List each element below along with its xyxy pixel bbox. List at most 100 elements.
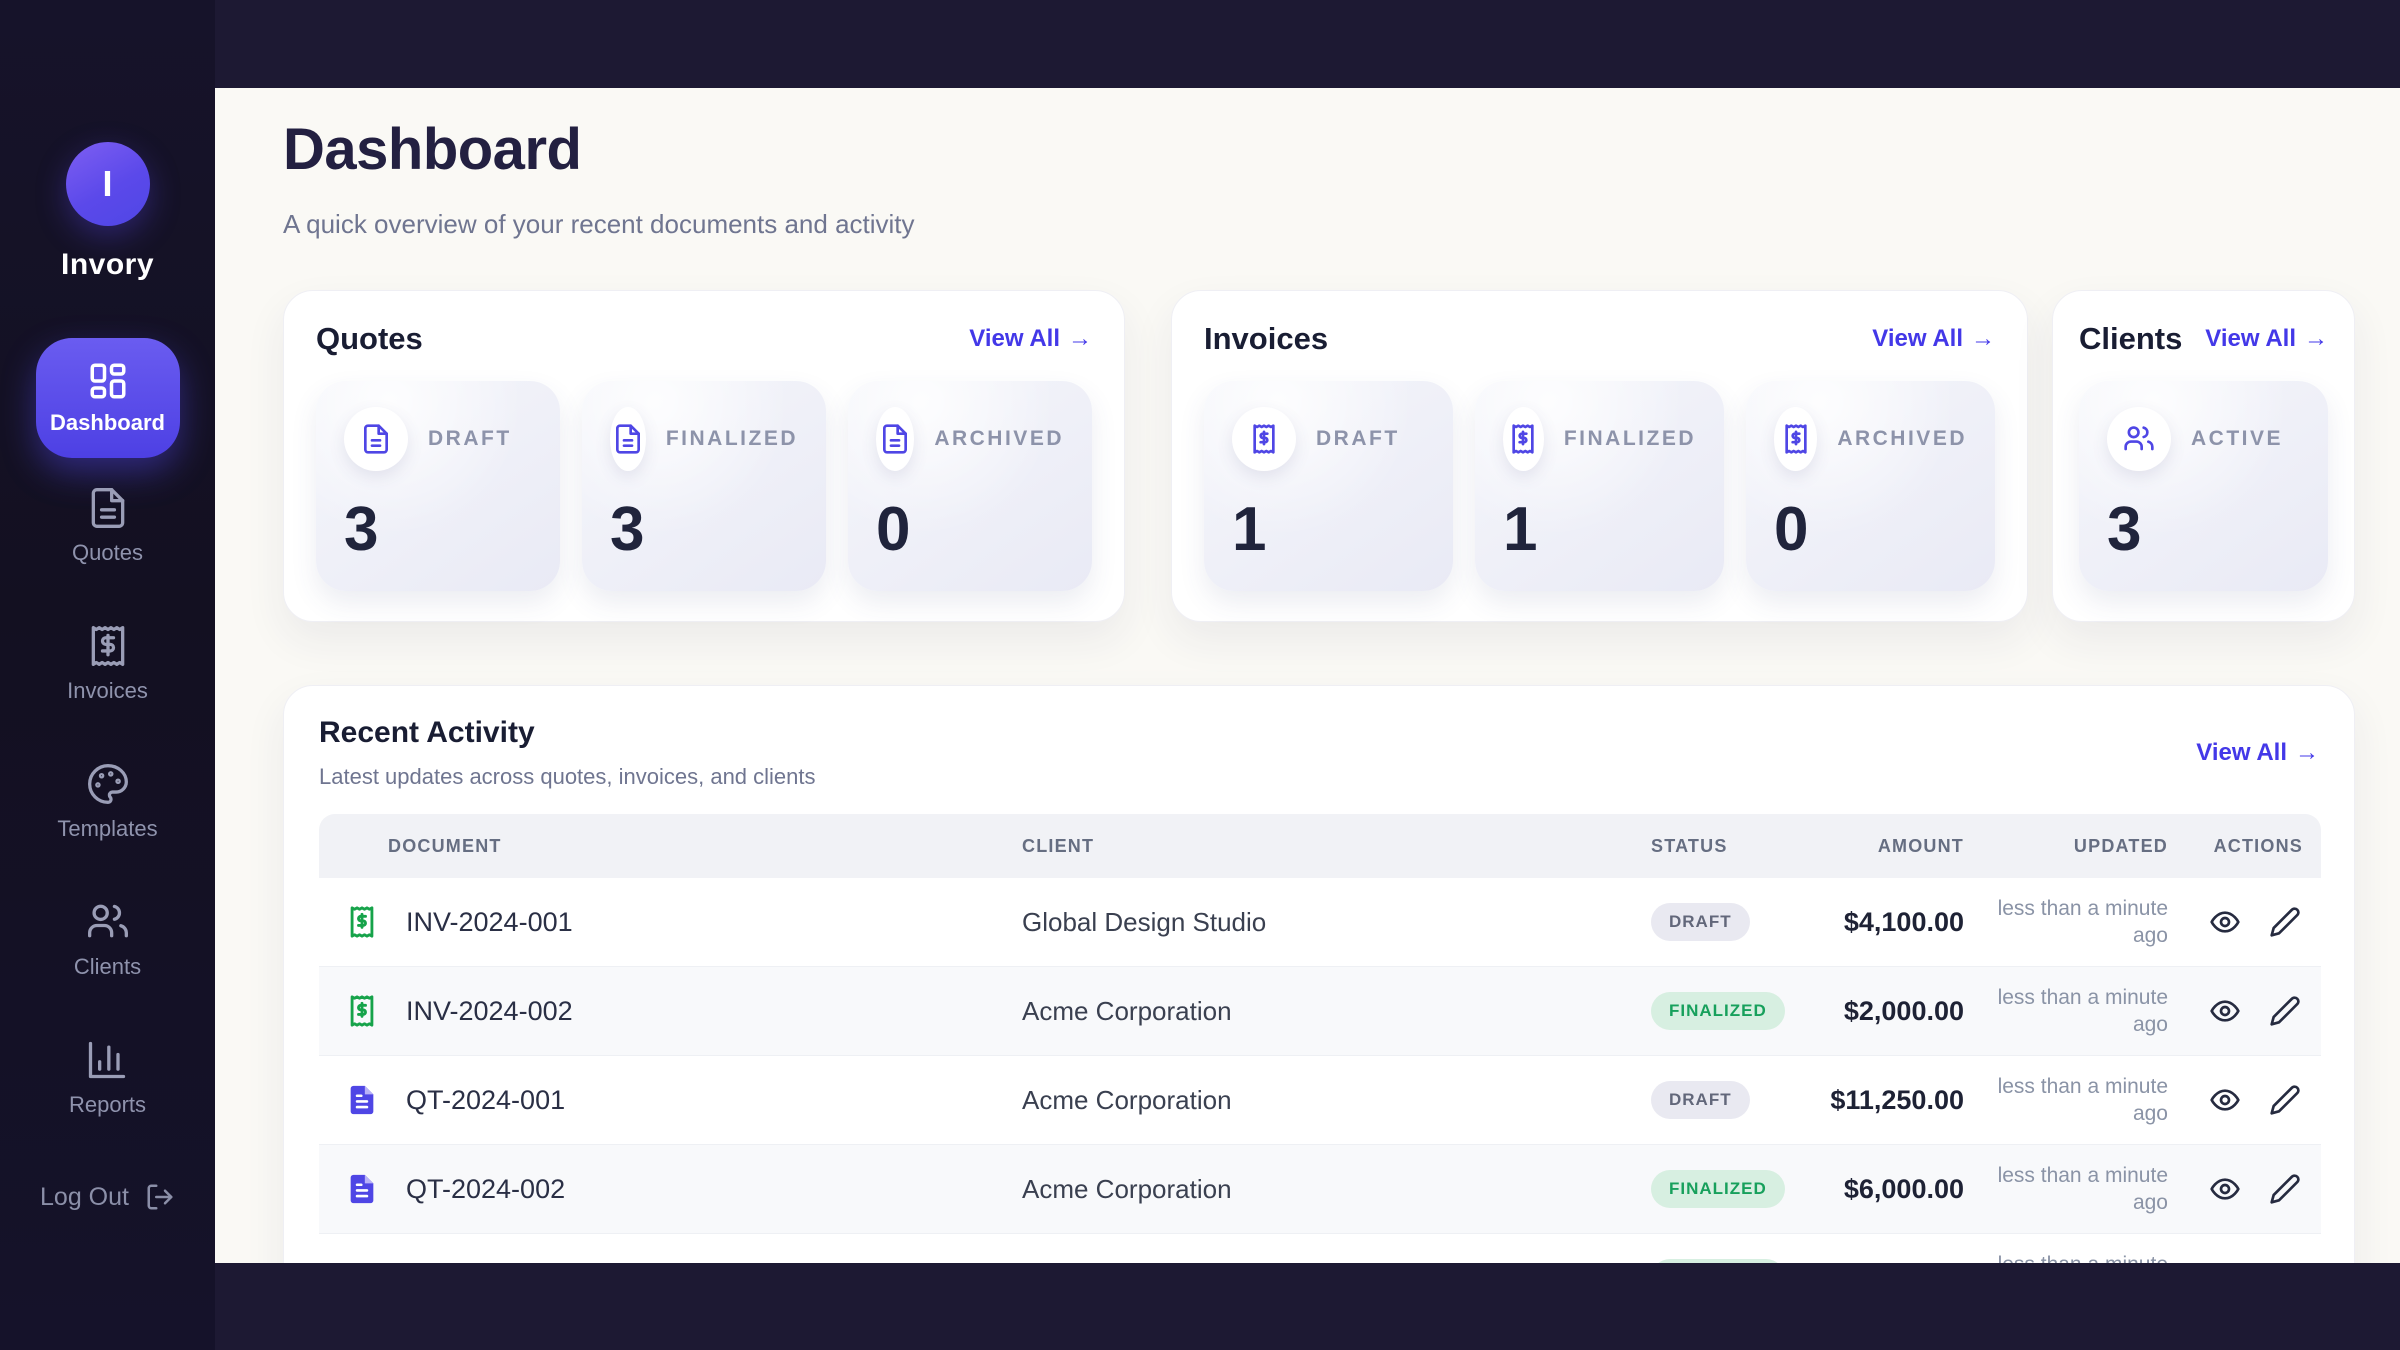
invoice-receipt-icon — [1774, 407, 1817, 471]
stat-label: ACTIVE — [2191, 427, 2283, 451]
amount-value: $70,000.00 — [1811, 1263, 1964, 1264]
clients-view-all-link[interactable]: View All→ — [2205, 325, 2328, 353]
clients-active-stat-tile: ACTIVE 3 — [2079, 381, 2328, 591]
invoice-receipt-icon — [1232, 407, 1296, 471]
logout-icon — [145, 1182, 175, 1212]
bar-chart-icon — [85, 1038, 129, 1082]
column-header-status: STATUS — [1651, 836, 1811, 857]
column-header-client: CLIENT — [1022, 836, 1651, 857]
view-action-button[interactable] — [2209, 906, 2241, 938]
table-row[interactable]: QT-2024-003 TechStart Inc. FINALIZED $70… — [319, 1234, 2321, 1263]
palette-icon — [86, 762, 130, 806]
sidebar-item-invoices[interactable]: Invoices — [67, 624, 148, 704]
sidebar-nav: Dashboard Quotes Invoices Templates Clie… — [0, 338, 215, 1118]
sidebar-item-clients[interactable]: Clients — [74, 900, 141, 980]
edit-action-button[interactable] — [2269, 1084, 2301, 1116]
sidebar-item-label: Invoices — [67, 678, 148, 704]
stat-label: DRAFT — [428, 427, 512, 451]
view-action-button[interactable] — [2209, 1173, 2241, 1205]
quote-file-icon — [610, 407, 646, 471]
table-row[interactable]: INV-2024-002 Acme Corporation FINALIZED … — [319, 967, 2321, 1056]
column-header-updated: UPDATED — [1964, 836, 2168, 857]
client-name: Acme Corporation — [1022, 996, 1651, 1027]
brand-name: Invory — [61, 248, 154, 282]
sidebar-item-reports[interactable]: Reports — [69, 1038, 146, 1118]
recent-activity-subtitle: Latest updates across quotes, invoices, … — [319, 764, 816, 790]
table-row[interactable]: QT-2024-002 Acme Corporation FINALIZED $… — [319, 1145, 2321, 1234]
view-action-button[interactable] — [2209, 1084, 2241, 1116]
stat-label: ARCHIVED — [934, 427, 1064, 451]
stat-value: 0 — [876, 499, 1064, 561]
edit-action-button[interactable] — [2269, 1173, 2301, 1205]
view-action-button[interactable] — [2209, 1262, 2241, 1263]
activity-view-all-link[interactable]: View All→ — [2196, 739, 2319, 767]
recent-activity-title: Recent Activity — [319, 716, 816, 750]
sidebar-item-label: Clients — [74, 954, 141, 980]
invoice-receipt-icon — [345, 905, 379, 939]
invoices-archived-stat-tile: ARCHIVED 0 — [1746, 381, 1995, 591]
summary-cards-row: Quotes View All→ DRAFT 3 FINAL — [283, 290, 2355, 622]
updated-time: less than a minute ago — [1964, 895, 2168, 950]
logout-label: Log Out — [40, 1183, 129, 1212]
logo-initial: I — [102, 163, 112, 205]
sidebar-item-templates[interactable]: Templates — [57, 762, 157, 842]
quote-file-icon — [344, 407, 408, 471]
receipt-icon — [86, 624, 130, 668]
invoice-receipt-icon — [1503, 407, 1544, 471]
sidebar-item-label: Dashboard — [50, 410, 165, 436]
document-id: QT-2024-002 — [406, 1174, 565, 1205]
invoices-finalized-stat-tile: FINALIZED 1 — [1475, 381, 1724, 591]
client-name: Acme Corporation — [1022, 1174, 1651, 1205]
client-name: Acme Corporation — [1022, 1085, 1651, 1116]
invoices-summary-card: Invoices View All→ DRAFT 1 FIN — [1171, 290, 2028, 622]
clients-card-title: Clients — [2079, 321, 2182, 357]
document-id: QT-2024-003 — [406, 1263, 565, 1264]
quotes-card-title: Quotes — [316, 321, 423, 357]
arrow-right-icon: → — [1971, 325, 1995, 352]
quotes-view-all-link[interactable]: View All→ — [969, 325, 1092, 353]
invoices-draft-stat-tile: DRAFT 1 — [1204, 381, 1453, 591]
status-badge: FINALIZED — [1651, 1259, 1785, 1263]
status-badge: DRAFT — [1651, 903, 1750, 941]
stat-value: 1 — [1232, 499, 1425, 561]
column-header-actions: ACTIONS — [2168, 836, 2321, 857]
page-subtitle: A quick overview of your recent document… — [283, 209, 2355, 240]
quotes-finalized-stat-tile: FINALIZED 3 — [582, 381, 826, 591]
quote-file-icon — [876, 407, 914, 471]
amount-value: $11,250.00 — [1811, 1085, 1964, 1116]
arrow-right-icon: → — [2295, 739, 2319, 766]
quotes-draft-stat-tile: DRAFT 3 — [316, 381, 560, 591]
edit-action-button[interactable] — [2269, 1262, 2301, 1263]
logout-button[interactable]: Log Out — [0, 1182, 215, 1212]
users-icon — [2107, 407, 2171, 471]
arrow-right-icon: → — [1068, 325, 1092, 352]
edit-action-button[interactable] — [2269, 906, 2301, 938]
table-row[interactable]: QT-2024-001 Acme Corporation DRAFT $11,2… — [319, 1056, 2321, 1145]
main-content: Dashboard A quick overview of your recen… — [215, 88, 2400, 1263]
stat-label: FINALIZED — [666, 427, 798, 451]
clients-summary-card: Clients View All→ ACTIVE 3 — [2052, 290, 2355, 622]
view-action-button[interactable] — [2209, 995, 2241, 1027]
table-header-row: DOCUMENT CLIENT STATUS AMOUNT UPDATED AC… — [319, 814, 2321, 878]
app-logo: I — [66, 142, 150, 226]
recent-activity-card: Recent Activity Latest updates across qu… — [283, 685, 2355, 1263]
edit-action-button[interactable] — [2269, 995, 2301, 1027]
updated-time: less than a minute ago — [1964, 1251, 2168, 1263]
stat-value: 3 — [344, 499, 532, 561]
users-icon — [86, 900, 130, 944]
sidebar-item-quotes[interactable]: Quotes — [72, 486, 143, 566]
status-badge: FINALIZED — [1651, 1170, 1785, 1208]
stat-value: 1 — [1503, 499, 1696, 561]
stat-label: FINALIZED — [1564, 427, 1696, 451]
quote-file-icon — [345, 1083, 379, 1117]
stat-value: 3 — [610, 499, 798, 561]
sidebar: I Invory Dashboard Quotes Invoices Templ… — [0, 0, 215, 1350]
invoice-receipt-icon — [345, 994, 379, 1028]
amount-value: $4,100.00 — [1811, 907, 1964, 938]
invoices-view-all-link[interactable]: View All→ — [1872, 325, 1995, 353]
sidebar-item-dashboard[interactable]: Dashboard — [36, 338, 180, 458]
table-row[interactable]: INV-2024-001 Global Design Studio DRAFT … — [319, 878, 2321, 967]
invoices-card-title: Invoices — [1204, 321, 1328, 357]
client-name: Global Design Studio — [1022, 907, 1651, 938]
quote-file-icon — [345, 1172, 379, 1206]
